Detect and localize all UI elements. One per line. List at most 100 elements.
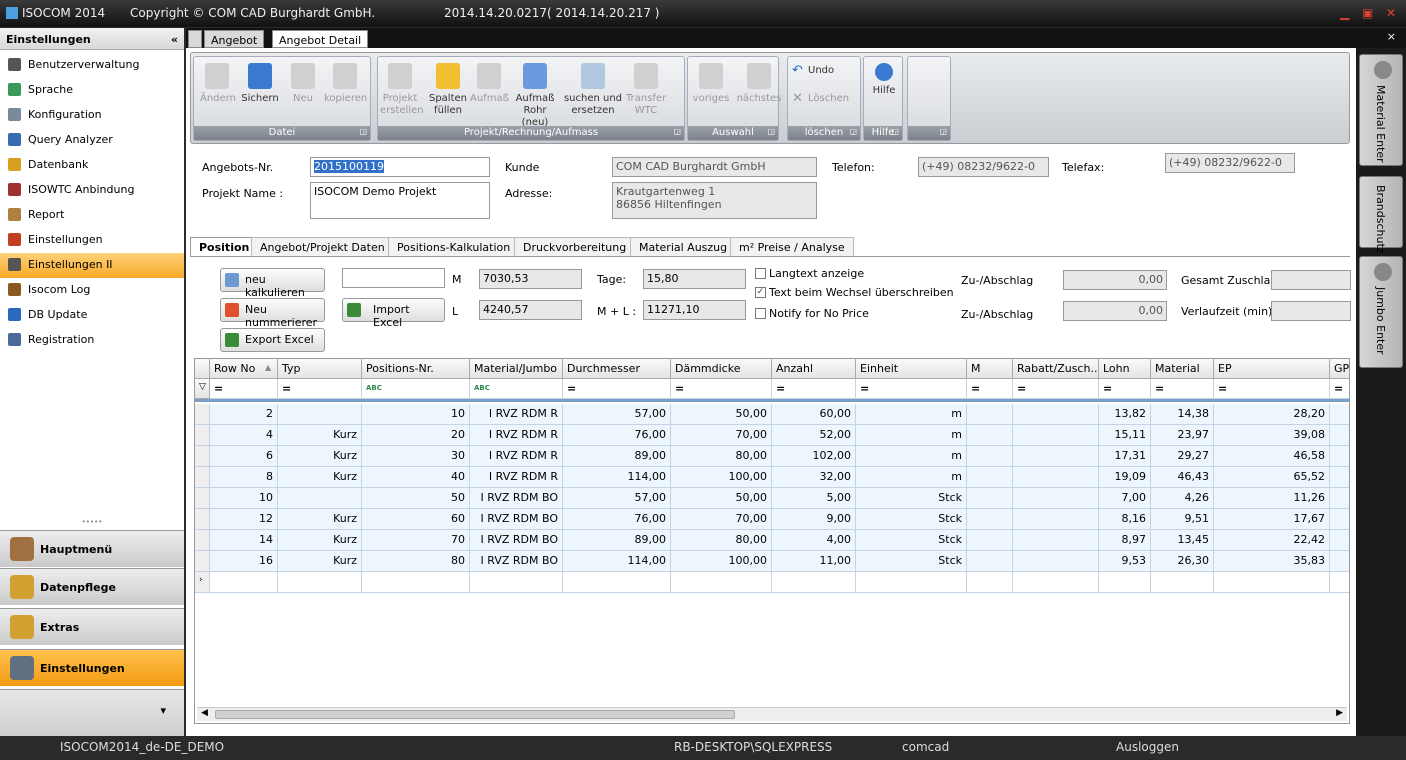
table-cell[interactable]: 65,52 (1214, 467, 1330, 488)
column-filter[interactable]: = (1330, 379, 1349, 399)
table-cell[interactable]: 4,00 (772, 530, 856, 551)
sidebar-item[interactable]: Einstellungen II (0, 253, 184, 278)
table-cell[interactable]: Stck (856, 509, 967, 530)
row-indicator[interactable] (195, 467, 210, 488)
table-cell[interactable]: I RVZ RDM R (470, 446, 563, 467)
table-cell[interactable]: 11,26 (1214, 488, 1330, 509)
column-filter[interactable]: = (563, 379, 671, 399)
transfer-wtc-button[interactable]: Transfer WTC (624, 63, 668, 117)
table-cell[interactable]: I RVZ RDM BO (470, 509, 563, 530)
table-cell[interactable]: 46,43 (1151, 467, 1214, 488)
table-cell[interactable]: 100,00 (671, 467, 772, 488)
table-cell[interactable]: 114,00 (563, 467, 671, 488)
neu-kalkulieren-button[interactable]: neu kalkulieren (220, 268, 325, 299)
table-cell[interactable]: Kurz (278, 446, 362, 467)
zu-abschlag-2-field[interactable]: 0,00 (1063, 301, 1167, 321)
sidebar-item[interactable]: Datenbank (0, 153, 184, 178)
table-cell[interactable]: 100,00 (671, 551, 772, 572)
projekt-erstellen-button[interactable]: Projekt erstellen (380, 63, 424, 117)
logout-link[interactable]: Ausloggen (1116, 740, 1179, 754)
table-cell[interactable]: Stck (856, 551, 967, 572)
column-filter[interactable]: = (1151, 379, 1214, 399)
subtab-positions-kalkulation[interactable]: Positions-Kalkulation (388, 237, 520, 256)
column-header[interactable]: Durchmesser (563, 359, 671, 379)
table-cell[interactable]: Kurz (278, 425, 362, 446)
new-row-cell[interactable] (1330, 572, 1349, 593)
new-row-cell[interactable] (856, 572, 967, 593)
sidebar-item[interactable]: Registration (0, 328, 184, 353)
table-cell[interactable]: 10 (362, 404, 470, 425)
table-cell[interactable]: 17,67 (1214, 509, 1330, 530)
m-field[interactable]: 7030,53 (479, 269, 582, 289)
table-cell[interactable]: 80,00 (671, 446, 772, 467)
table-cell[interactable]: 14 (210, 530, 278, 551)
table-cell[interactable]: 30 (362, 446, 470, 467)
table-cell[interactable]: 29,27 (1151, 446, 1214, 467)
ml-field[interactable]: 11271,10 (643, 300, 746, 320)
table-cell[interactable]: 89,00 (563, 530, 671, 551)
column-header[interactable]: Rabatt/Zusch... (1013, 359, 1099, 379)
verlaufzeit-field[interactable] (1271, 301, 1351, 321)
right-tab-brandschutz[interactable]: Brandschutz (1359, 176, 1403, 254)
new-row-cell[interactable] (1151, 572, 1214, 593)
table-cell[interactable]: 60,00 (772, 404, 856, 425)
subtab-position[interactable]: Position (190, 237, 259, 256)
column-filter[interactable]: = (772, 379, 856, 399)
row-indicator[interactable] (195, 404, 210, 425)
sichern-button[interactable]: Sichern (238, 63, 282, 105)
table-cell[interactable] (1330, 467, 1349, 488)
horizontal-scrollbar[interactable]: ◀ ▶ (197, 707, 1347, 721)
column-filter[interactable]: = (1013, 379, 1099, 399)
table-cell[interactable]: 16 (210, 551, 278, 572)
row-indicator[interactable] (195, 551, 210, 572)
table-cell[interactable]: 4,26 (1151, 488, 1214, 509)
table-cell[interactable]: 9,00 (772, 509, 856, 530)
sidebar-item[interactable]: Isocom Log (0, 278, 184, 303)
table-cell[interactable]: 50,00 (671, 488, 772, 509)
right-tab-material-enter[interactable]: Material Enter (1359, 54, 1403, 166)
kunde-field[interactable]: COM CAD Burghardt GmbH (612, 157, 817, 177)
kopieren-button[interactable]: kopieren (324, 63, 367, 105)
sidebar-item[interactable]: ISOWTC Anbindung (0, 178, 184, 203)
table-cell[interactable]: 17,31 (1099, 446, 1151, 467)
table-cell[interactable]: Kurz (278, 467, 362, 488)
table-cell[interactable]: 12 (210, 509, 278, 530)
sidebar-item[interactable]: Query Analyzer (0, 128, 184, 153)
table-cell[interactable] (967, 425, 1013, 446)
table-cell[interactable] (1013, 404, 1099, 425)
sidebar-item[interactable]: Benutzerverwaltung (0, 53, 184, 78)
table-cell[interactable]: 6 (210, 446, 278, 467)
table-cell[interactable]: 60 (362, 509, 470, 530)
sidebar-item[interactable]: Sprache (0, 78, 184, 103)
column-filter[interactable]: = (210, 379, 278, 399)
table-cell[interactable] (1330, 425, 1349, 446)
new-row-cell[interactable] (563, 572, 671, 593)
telefon-field[interactable]: (+49) 08232/9622-0 (918, 157, 1049, 177)
telefax-field[interactable]: (+49) 08232/9622-0 (1165, 153, 1295, 173)
column-header[interactable]: EP (1214, 359, 1330, 379)
table-cell[interactable] (1013, 488, 1099, 509)
table-cell[interactable] (967, 509, 1013, 530)
column-filter[interactable]: = (278, 379, 362, 399)
table-cell[interactable]: I RVZ RDM BO (470, 551, 563, 572)
table-cell[interactable] (1013, 551, 1099, 572)
new-row-cell[interactable] (967, 572, 1013, 593)
table-cell[interactable]: 39,08 (1214, 425, 1330, 446)
tab-angebot[interactable]: Angebot (204, 30, 265, 48)
table-cell[interactable]: 5,00 (772, 488, 856, 509)
new-row-cell[interactable] (1013, 572, 1099, 593)
zu-abschlag-field[interactable]: 0,00 (1063, 270, 1167, 290)
sidebar-item[interactable]: Report (0, 203, 184, 228)
table-cell[interactable]: I RVZ RDM BO (470, 530, 563, 551)
new-row-cell[interactable] (1214, 572, 1330, 593)
column-header[interactable]: Material (1151, 359, 1214, 379)
dialog-launcher-icon[interactable]: ◲ (939, 127, 947, 136)
ändern-button[interactable]: Ändern (200, 63, 236, 105)
new-row-cell[interactable] (210, 572, 278, 593)
table-cell[interactable]: 9,53 (1099, 551, 1151, 572)
column-filter[interactable]: = (671, 379, 772, 399)
table-cell[interactable] (1013, 467, 1099, 488)
table-cell[interactable]: 19,09 (1099, 467, 1151, 488)
table-cell[interactable] (967, 404, 1013, 425)
column-filter[interactable]: ABC (470, 379, 563, 399)
